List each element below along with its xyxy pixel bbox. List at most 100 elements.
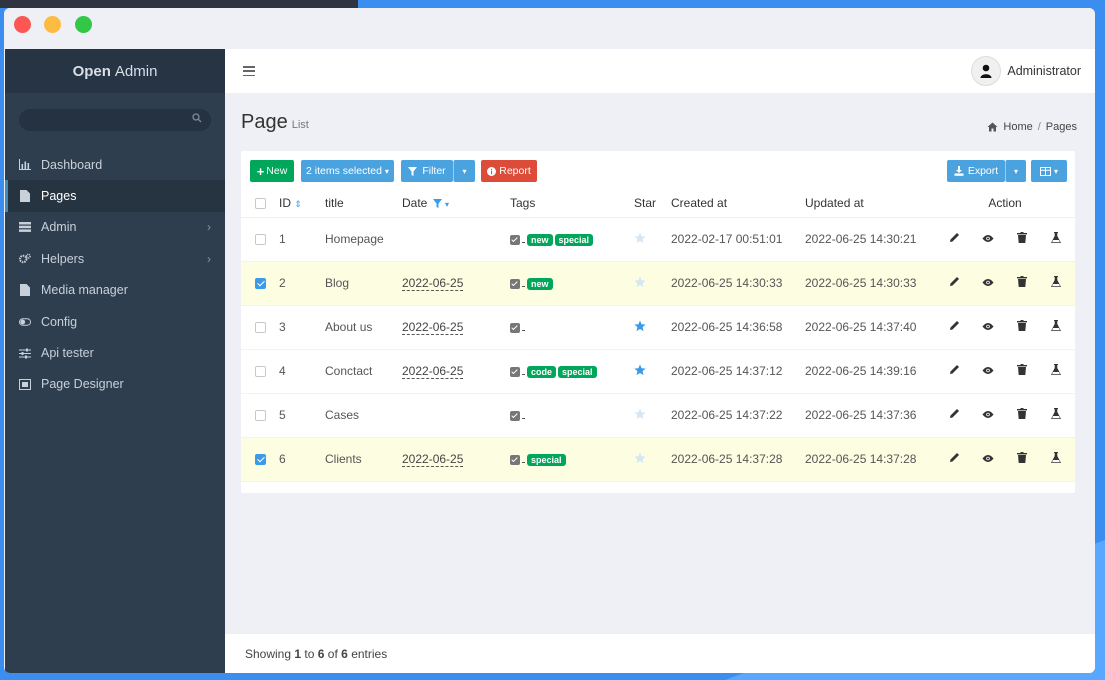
edit-icon[interactable] (937, 276, 971, 287)
view-icon[interactable] (971, 454, 1005, 463)
download-icon (954, 166, 964, 176)
cell-tags (510, 393, 634, 438)
col-title: title (325, 189, 402, 218)
column-selector-button[interactable]: ▾ (1031, 160, 1067, 182)
date-editable[interactable]: 2022-06-25 (402, 320, 464, 335)
flask-icon[interactable] (1039, 320, 1073, 331)
col-date[interactable]: Date ▾ (402, 189, 510, 218)
menu-toggle-icon[interactable] (243, 66, 255, 76)
filter-scope-dropdown[interactable]: ▾ (453, 160, 475, 182)
export-options-dropdown[interactable]: ▾ (1005, 160, 1026, 182)
sidebar-item-config[interactable]: Config (5, 306, 225, 337)
tag-edit-link[interactable] (522, 242, 525, 243)
star-icon[interactable] (634, 320, 646, 335)
star-icon[interactable] (634, 232, 646, 247)
flask-icon[interactable] (1039, 232, 1073, 243)
row-checkbox[interactable] (255, 410, 266, 422)
sidebar: Open Admin Dashboard Pages Admin › Helpers › M… (5, 49, 225, 673)
view-icon[interactable] (971, 234, 1005, 243)
sidebar-item-page-designer[interactable]: Page Designer (5, 369, 225, 400)
report-button[interactable]: Report (481, 160, 537, 182)
breadcrumb-home-link[interactable]: Home (1003, 121, 1032, 133)
tag-check-icon (510, 322, 520, 333)
sidebar-item-admin[interactable]: Admin › (5, 212, 225, 243)
tag-edit-link[interactable] (522, 418, 525, 419)
avatar[interactable] (971, 56, 1002, 86)
star-icon[interactable] (634, 408, 646, 423)
table-row[interactable]: 2 Blog 2022-06-25 new 2022-06-25 14:30:33 202… (241, 261, 1075, 306)
batch-actions-dropdown[interactable]: 2 items selected ▾ (301, 160, 394, 182)
delete-icon[interactable] (1005, 276, 1039, 287)
row-checkbox[interactable] (255, 278, 266, 290)
table-row[interactable]: 4 Conctact 2022-06-25 code special 2022-06-25… (241, 349, 1075, 394)
flask-icon[interactable] (1039, 408, 1073, 419)
sort-icon[interactable]: ⇕ (294, 199, 302, 209)
star-icon[interactable] (634, 364, 646, 379)
edit-icon[interactable] (937, 408, 971, 419)
sidebar-item-helpers[interactable]: Helpers › (5, 243, 225, 274)
caret-down-icon[interactable]: ▾ (445, 200, 449, 209)
flask-icon[interactable] (1039, 452, 1073, 463)
row-checkbox[interactable] (255, 454, 266, 466)
delete-icon[interactable] (1005, 320, 1039, 331)
column-filter-icon[interactable] (432, 199, 442, 209)
tag-edit-link[interactable] (522, 462, 525, 463)
edit-icon[interactable] (937, 364, 971, 375)
delete-icon[interactable] (1005, 364, 1039, 375)
edit-icon[interactable] (937, 320, 971, 331)
date-editable[interactable]: 2022-06-25 (402, 452, 464, 467)
view-icon[interactable] (971, 366, 1005, 375)
close-window-button[interactable] (14, 16, 31, 33)
table-row[interactable]: 3 About us 2022-06-25 2022-06-25 14:36:58 20… (241, 305, 1075, 350)
table-row[interactable]: 5 Cases 2022-06-25 14:37:22 2022-06-25 14:3… (241, 393, 1075, 438)
delete-icon[interactable] (1005, 452, 1039, 463)
sidebar-item-api-tester[interactable]: Api tester (5, 337, 225, 368)
sidebar-item-dashboard[interactable]: Dashboard (5, 149, 225, 180)
sidebar-item-media-manager[interactable]: Media manager (5, 275, 225, 306)
sidebar-search-input[interactable] (19, 109, 211, 131)
flask-icon[interactable] (1039, 276, 1073, 287)
star-icon[interactable] (634, 276, 646, 291)
brand-logo[interactable]: Open Admin (5, 49, 225, 93)
select-all-checkbox[interactable] (255, 198, 266, 210)
user-menu[interactable]: Administrator (971, 56, 1081, 86)
view-icon[interactable] (971, 278, 1005, 287)
maximize-window-button[interactable] (75, 16, 92, 33)
bar-chart-icon (19, 159, 31, 171)
cell-updated: 2022-06-25 14:30:33 (805, 261, 935, 306)
tag-edit-link[interactable] (522, 330, 525, 331)
cell-tags: new special (510, 217, 634, 262)
page-title: Page List (241, 111, 309, 134)
export-button[interactable]: Export (947, 160, 1005, 182)
flask-icon[interactable] (1039, 364, 1073, 375)
minimize-window-button[interactable] (44, 16, 61, 33)
cell-tags: special (510, 437, 634, 482)
date-editable[interactable]: 2022-06-25 (402, 276, 464, 291)
row-checkbox[interactable] (255, 234, 266, 246)
sidebar-item-pages[interactable]: Pages (5, 180, 225, 212)
col-id[interactable]: ID ⇕ (279, 189, 325, 218)
table-row[interactable]: 1 Homepage new special 2022-02-17 00:51:01 20… (241, 217, 1075, 262)
date-editable[interactable]: 2022-06-25 (402, 364, 464, 379)
row-checkbox[interactable] (255, 322, 266, 334)
row-checkbox[interactable] (255, 366, 266, 378)
search-icon[interactable] (192, 113, 202, 123)
tag-edit-link[interactable] (522, 286, 525, 287)
cell-updated: 2022-06-25 14:39:16 (805, 349, 935, 394)
edit-icon[interactable] (937, 232, 971, 243)
edit-icon[interactable] (937, 452, 971, 463)
star-icon[interactable] (634, 452, 646, 467)
delete-icon[interactable] (1005, 408, 1039, 419)
tag-edit-link[interactable] (522, 374, 525, 375)
delete-icon[interactable] (1005, 232, 1039, 243)
tag-check-icon (510, 234, 520, 245)
view-icon[interactable] (971, 410, 1005, 419)
table-row[interactable]: 6 Clients 2022-06-25 special 2022-06-25 14:3… (241, 437, 1075, 482)
view-icon[interactable] (971, 322, 1005, 331)
tag-badge: special (558, 365, 597, 378)
filter-button[interactable]: Filter (401, 160, 453, 182)
new-button[interactable]: + New (250, 160, 294, 182)
cell-id: 2 (279, 261, 325, 306)
brand-bold: Open (72, 62, 111, 80)
tag-check-icon (510, 278, 520, 289)
